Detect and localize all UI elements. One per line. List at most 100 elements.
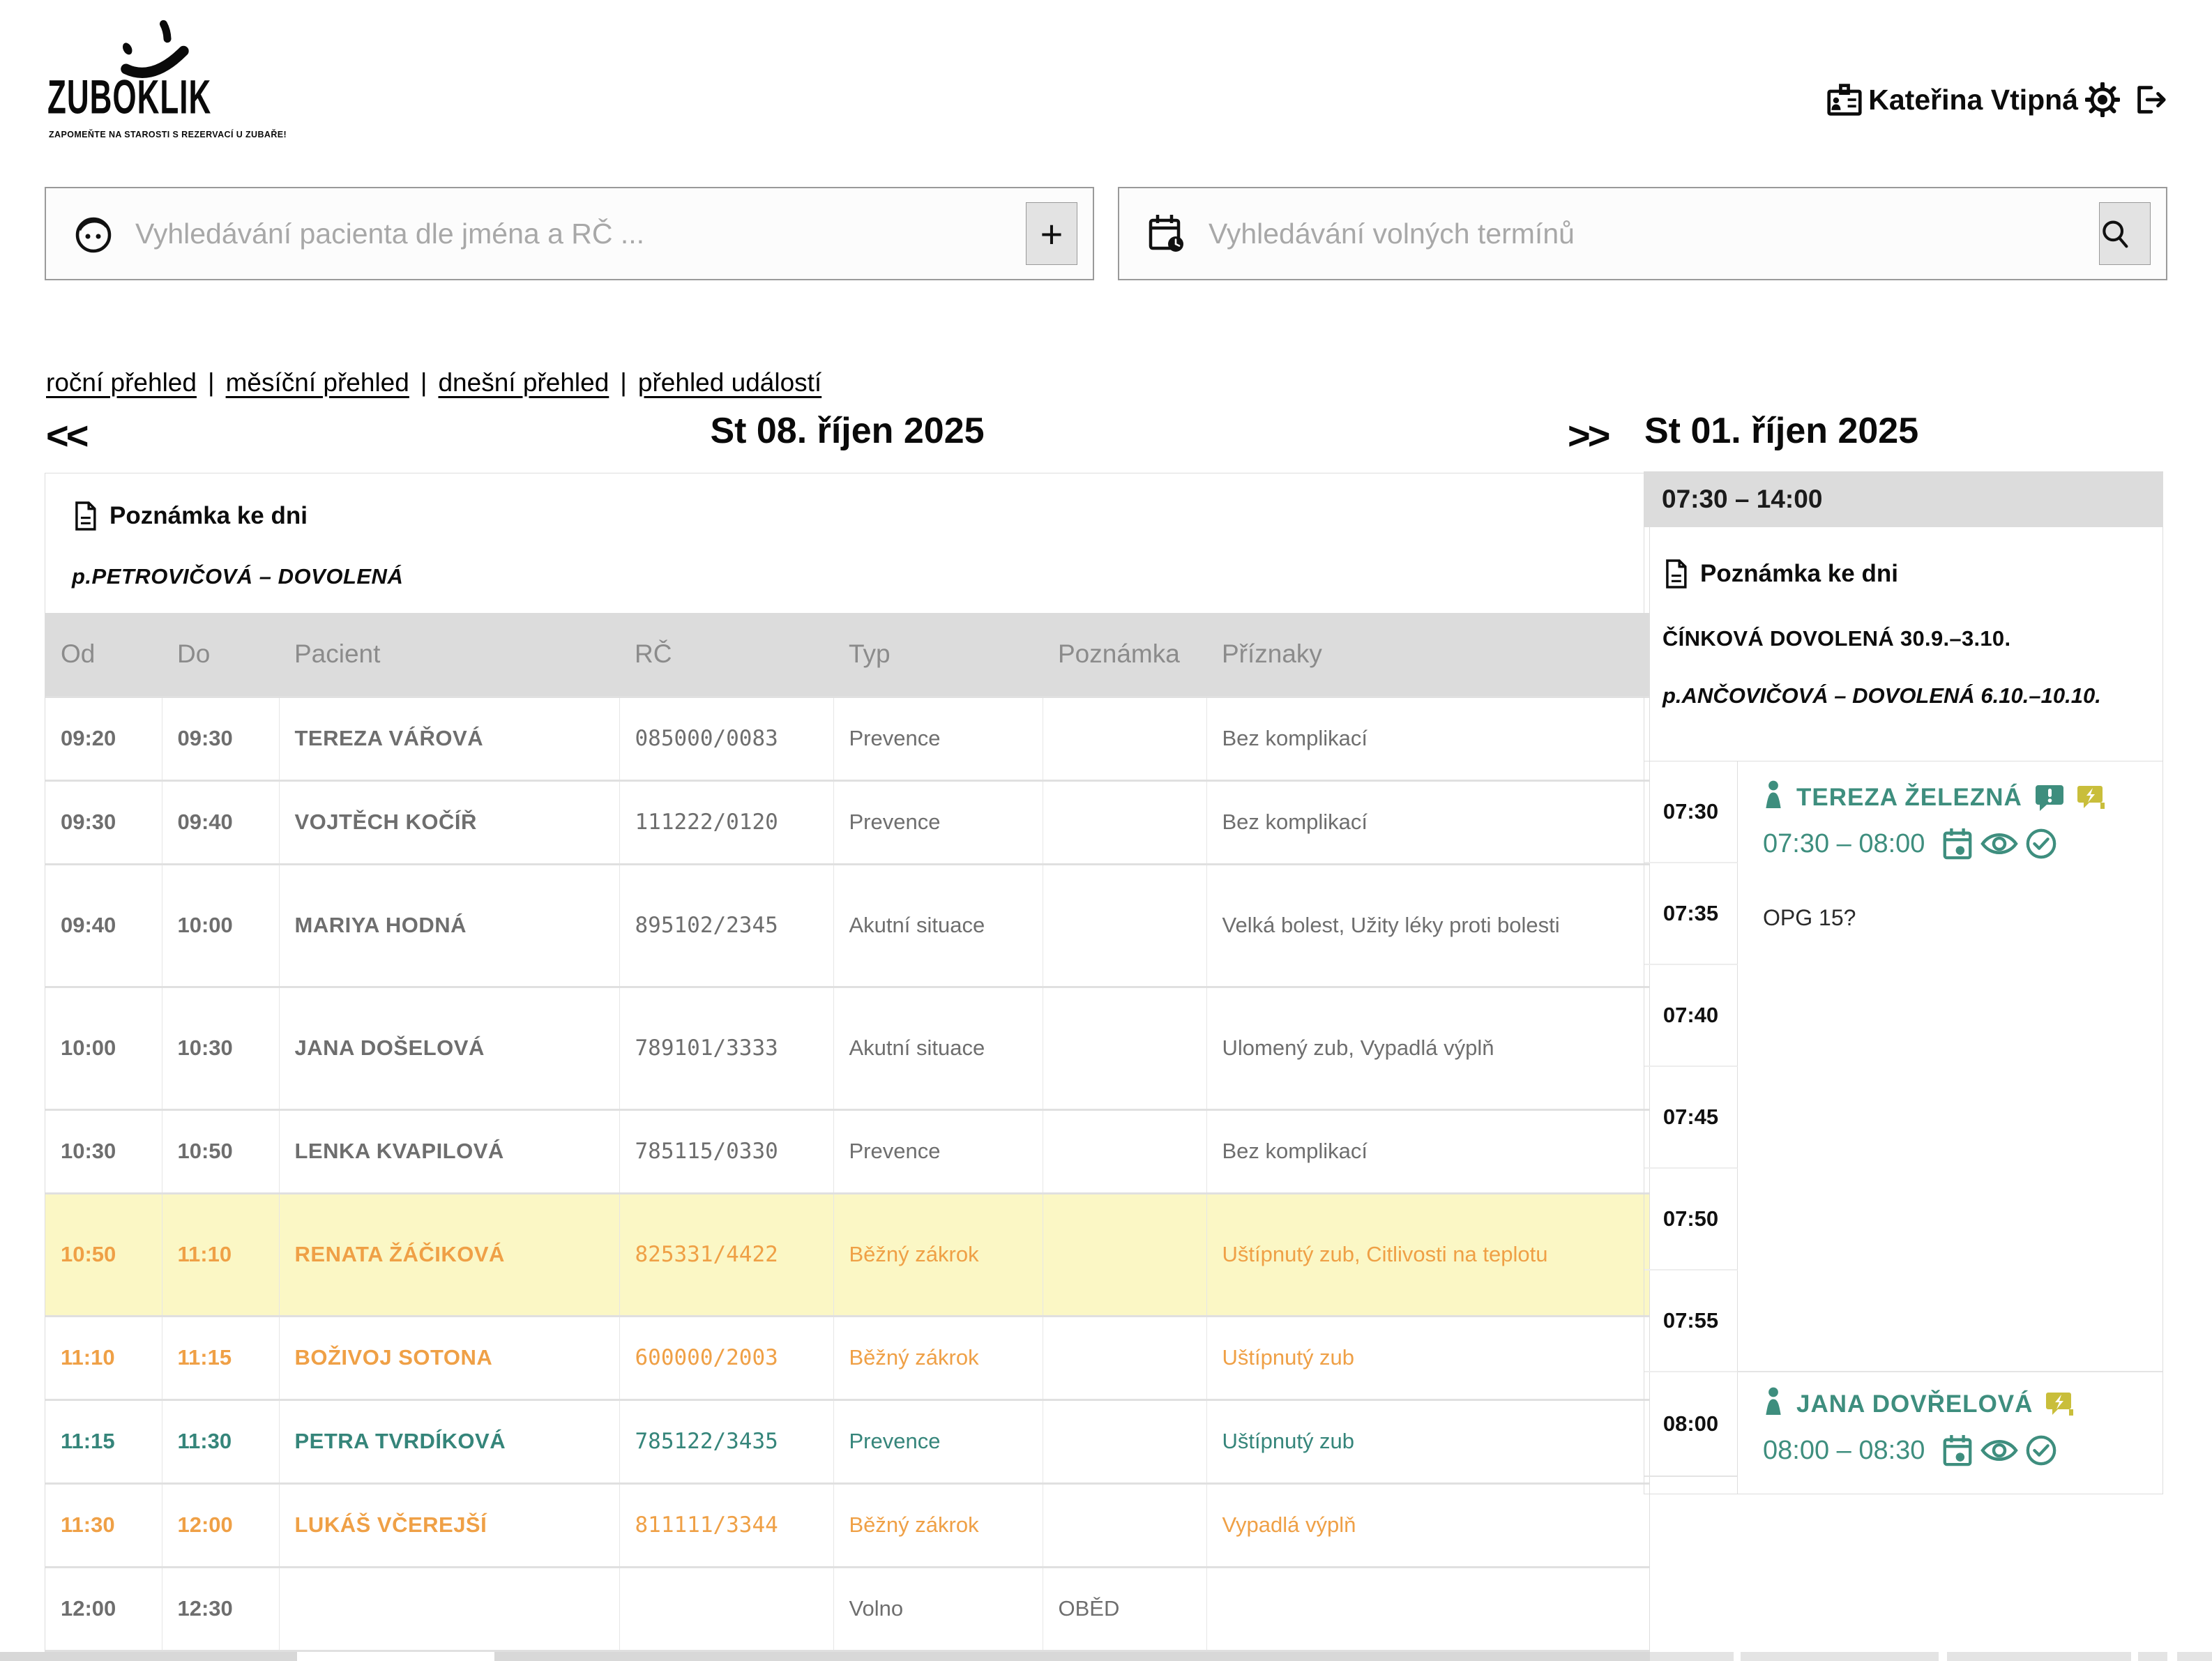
calendar-icon[interactable]	[1941, 827, 1974, 860]
free-slots-search-input[interactable]	[1207, 217, 2099, 251]
cell-from: 10:00	[45, 987, 162, 1109]
search-slots-button[interactable]	[2099, 202, 2151, 265]
timeline-tail	[1738, 1477, 2162, 1494]
day-note-title: Poznámka ke dni	[109, 502, 308, 530]
cell-note	[1043, 780, 1206, 864]
table-row[interactable]: 09:20 09:30 TEREZA VÁŘOVÁ 085000/0083 Pr…	[45, 697, 1649, 780]
cell-type: Běžný zákrok	[833, 1193, 1043, 1316]
table-row[interactable]: 09:40 10:00 MARIYA HODNÁ 895102/2345 Aku…	[45, 864, 1649, 987]
cell-note	[1043, 1400, 1206, 1483]
time-slot-label[interactable]: 07:40	[1644, 965, 1738, 1067]
logo-text: ZUBOKLIK	[47, 71, 211, 126]
next-day-note-section: Poznámka ke dni ČÍNKOVÁ DOVOLENÁ 30.9.–3…	[1644, 527, 2163, 761]
cell-type: Běžný zákrok	[833, 1483, 1043, 1567]
patient-search-input[interactable]	[134, 217, 1026, 251]
table-row[interactable]: 10:30 10:50 LENKA KVAPILOVÁ 785115/0330 …	[45, 1109, 1649, 1193]
table-row[interactable]: 10:00 10:30 JANA DOŠELOVÁ 789101/3333 Ak…	[45, 987, 1649, 1109]
calendar-clock-icon	[1147, 213, 1186, 254]
zuboklik-app: ZUBOKLIK ZAPOMEŇTE NA STAROSTI S REZERVA…	[0, 0, 2212, 1661]
cell-note	[1043, 697, 1206, 780]
cell-from: 12:00	[45, 1567, 162, 1651]
cell-type: Prevence	[833, 1109, 1043, 1193]
cell-note: OBĚD	[1043, 1567, 1206, 1651]
cell-symptoms: Uštípnutý zub	[1206, 1400, 1649, 1483]
patient-face-icon	[74, 213, 113, 254]
patient-icon	[1763, 780, 1784, 816]
day-note-text: p.PETROVIČOVÁ – DOVOLENÁ	[72, 564, 1623, 589]
cell-from: 10:50	[45, 1193, 162, 1316]
user-menu: Kateřina Vtipná	[1826, 82, 2167, 117]
cell-symptoms: Bez komplikací	[1206, 697, 1649, 780]
cell-from: 11:15	[45, 1400, 162, 1483]
next-day-note-title: Poznámka ke dni	[1700, 560, 1898, 588]
table-row[interactable]: 11:10 11:15 BOŽIVOJ SOTONA 600000/2003 B…	[45, 1316, 1649, 1400]
check-circle-icon[interactable]	[2025, 1434, 2057, 1466]
time-slot-label[interactable]: 07:30	[1644, 761, 1738, 863]
cell-symptoms: Bez komplikací	[1206, 780, 1649, 864]
table-row[interactable]: 11:30 12:00 LUKÁŠ VČEREJŠÍ 811111/3344 B…	[45, 1483, 1649, 1567]
cell-birth-number: 785122/3435	[619, 1400, 833, 1483]
scrollbar-thumb[interactable]	[297, 1652, 494, 1661]
nav-separator: |	[421, 368, 427, 397]
table-row[interactable]: 12:00 12:30 Volno OBĚD	[45, 1567, 1649, 1651]
table-row[interactable]: 09:30 09:40 VOJTĚCH KOČÍŘ 111222/0120 Pr…	[45, 780, 1649, 864]
column-header: Příznaky	[1206, 613, 1649, 697]
column-header: Pacient	[279, 613, 619, 697]
table-row[interactable]: 10:50 11:10 RENATA ŽÁČIKOVÁ 825331/4422 …	[45, 1193, 1649, 1316]
day-note-section: Poznámka ke dni p.PETROVIČOVÁ – DOVOLENÁ	[45, 473, 1649, 613]
cell-birth-number: 085000/0083	[619, 697, 833, 780]
nav-monthly[interactable]: měsíční přehled	[226, 368, 409, 397]
nav-separator: |	[208, 368, 215, 397]
appointment-patient: JANA DOVŘELOVÁ	[1796, 1390, 2033, 1418]
table-row[interactable]: 11:15 11:30 PETRA TVRDÍKOVÁ 785122/3435 …	[45, 1400, 1649, 1483]
cell-type: Akutní situace	[833, 987, 1043, 1109]
next-day-title: St 01. říjen 2025	[1644, 410, 1918, 452]
cell-symptoms: Bez komplikací	[1206, 1109, 1649, 1193]
scrollbar-gap	[2131, 1652, 2138, 1661]
cell-type: Prevence	[833, 697, 1043, 780]
add-patient-button[interactable]: +	[1026, 202, 1077, 265]
cell-type: Volno	[833, 1567, 1043, 1651]
time-slot-label[interactable]: 07:55	[1644, 1271, 1738, 1372]
cell-patient: BOŽIVOJ SOTONA	[279, 1316, 619, 1400]
user-name[interactable]: Kateřina Vtipná	[1868, 84, 2078, 116]
cell-birth-number: 600000/2003	[619, 1316, 833, 1400]
check-circle-icon[interactable]	[2025, 828, 2057, 860]
appointment-block[interactable]: JANA DOVŘELOVÁ 08:00 – 08:30	[1738, 1372, 2162, 1477]
calendar-icon[interactable]	[1941, 1434, 1974, 1467]
current-day-title: St 08. říjen 2025	[45, 410, 1650, 452]
app-logo: ZUBOKLIK ZAPOMEŇTE NA STAROSTI S REZERVA…	[47, 13, 340, 145]
cell-symptoms: Ulomený zub, Vypadlá výplň	[1206, 987, 1649, 1109]
cell-patient: LENKA KVAPILOVÁ	[279, 1109, 619, 1193]
cell-birth-number: 785115/0330	[619, 1109, 833, 1193]
magnifier-icon	[2099, 218, 2130, 250]
appointments-table: OdDoPacientRČTypPoznámkaPříznaky 09:20 0…	[45, 613, 1649, 1661]
horizontal-scrollbar[interactable]	[0, 1652, 1650, 1661]
cell-to: 11:30	[162, 1400, 279, 1483]
column-header: RČ	[619, 613, 833, 697]
eye-icon[interactable]	[1980, 830, 2018, 857]
next-day-panel: 07:30 – 14:00 Poznámka ke dni ČÍNKOVÁ DO…	[1644, 471, 2163, 1494]
nav-yearly[interactable]: roční přehled	[46, 368, 197, 397]
cell-patient	[279, 1567, 619, 1651]
appointment-block[interactable]: TEREZA ŽELEZNÁ 07:30 – 08:00	[1738, 761, 2162, 1372]
eye-icon[interactable]	[1980, 1437, 2018, 1464]
settings-gear-icon[interactable]	[2085, 82, 2120, 117]
next-day-timeline: TEREZA ŽELEZNÁ 07:30 – 08:00	[1644, 761, 2163, 1494]
time-slot-label[interactable]: 07:50	[1644, 1169, 1738, 1271]
logout-icon[interactable]	[2133, 83, 2167, 116]
cell-note	[1043, 1483, 1206, 1567]
time-slot-label[interactable]: 08:00	[1644, 1372, 1738, 1477]
next-day-button[interactable]: >>	[1568, 413, 1607, 458]
cell-note	[1043, 987, 1206, 1109]
time-slot-label[interactable]: 07:45	[1644, 1067, 1738, 1169]
cell-patient: VOJTĚCH KOČÍŘ	[279, 780, 619, 864]
patient-search-box: +	[45, 187, 1094, 280]
column-header: Poznámka	[1043, 613, 1206, 697]
nav-events[interactable]: přehled událostí	[638, 368, 821, 397]
timeline-tail	[1644, 1477, 1738, 1494]
cell-symptoms	[1206, 1567, 1649, 1651]
cell-note	[1043, 1316, 1206, 1400]
nav-today[interactable]: dnešní přehled	[438, 368, 609, 397]
time-slot-label[interactable]: 07:35	[1644, 863, 1738, 965]
